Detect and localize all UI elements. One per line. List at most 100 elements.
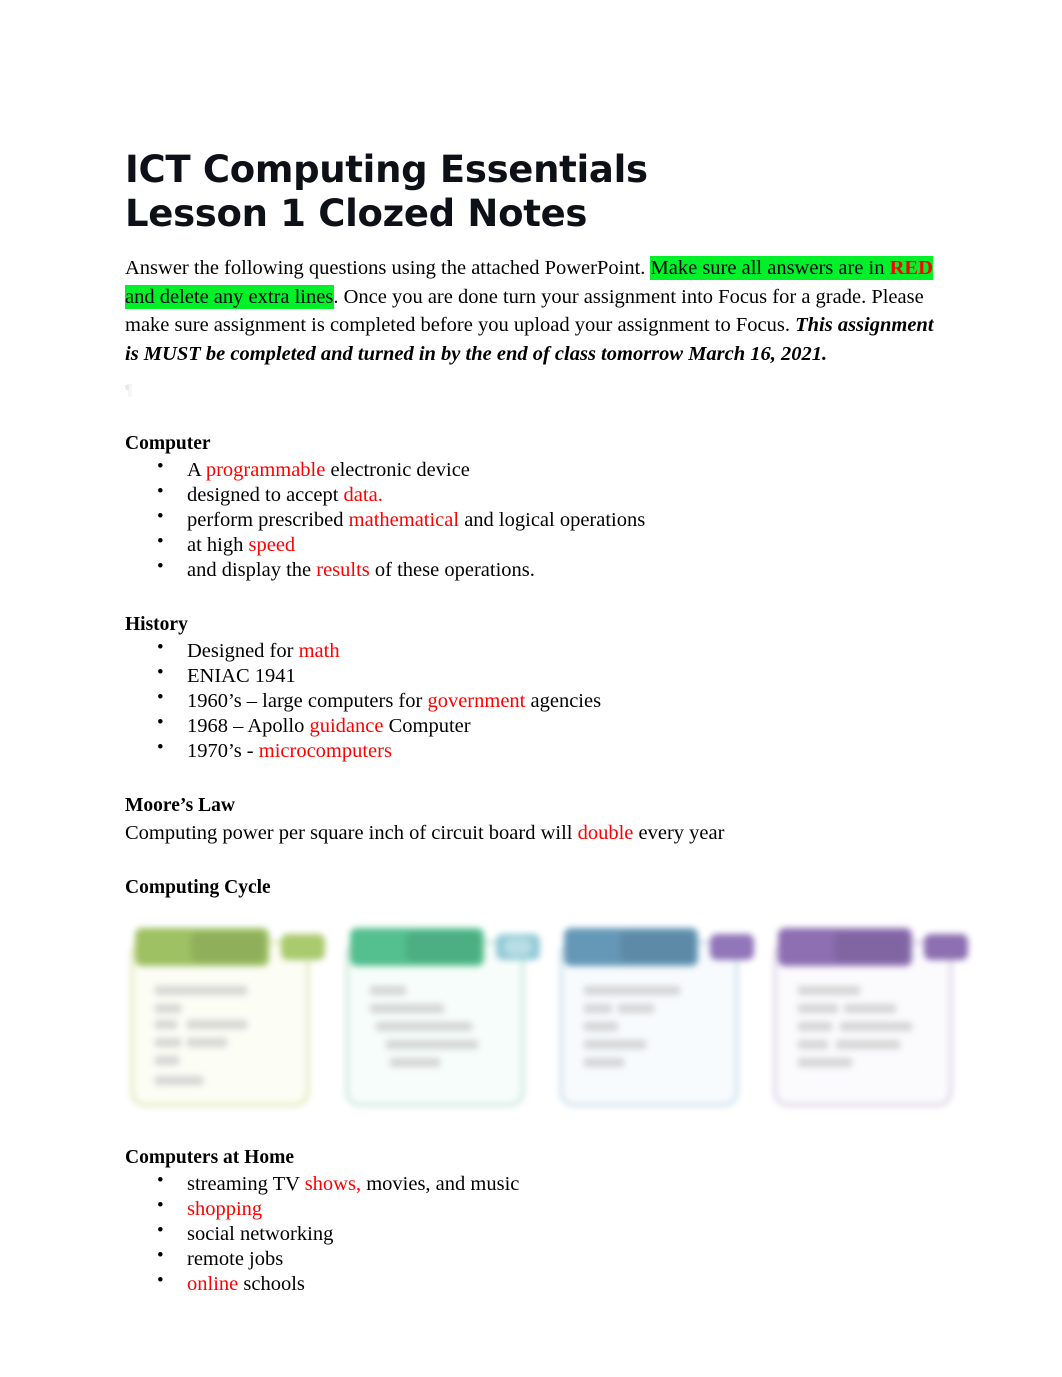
intro-red-word: RED xyxy=(889,257,933,279)
list-item: perform prescribed mathematical and logi… xyxy=(125,504,935,533)
item-text-pre: 1968 – Apollo xyxy=(187,715,310,737)
blurred-text-line xyxy=(840,1022,912,1031)
list-item: remote jobs xyxy=(125,1243,935,1272)
section-heading: Computers at Home xyxy=(125,1147,294,1168)
bullet-list: A programmable electronic device designe… xyxy=(125,454,935,583)
blurred-text-line xyxy=(584,1058,624,1067)
item-text-pre: ENIAC 1941 xyxy=(187,665,296,687)
list-item: Designed for math xyxy=(125,635,935,664)
blurred-text-line xyxy=(376,1022,472,1031)
list-item: designed to accept data. xyxy=(125,479,935,508)
item-text-post: agencies xyxy=(525,690,602,712)
blurred-text-line xyxy=(798,1058,852,1067)
blurred-text-line xyxy=(155,1076,203,1085)
bullet-list: Designed for math ENIAC 1941 1960’s – la… xyxy=(125,635,935,764)
blurred-text-line xyxy=(155,1038,181,1047)
section-moores-law: Moore’s Law Computing power per square i… xyxy=(125,794,935,846)
blurred-text-line xyxy=(155,1020,177,1029)
blurred-text-line xyxy=(798,1040,828,1049)
list-item: online schools xyxy=(125,1268,935,1297)
blurred-text-line xyxy=(155,1056,179,1065)
document-body: ICT Computing Essentials Lesson 1 Clozed… xyxy=(125,148,968,1297)
item-text-pre: and display the xyxy=(187,559,317,581)
item-text-pre: remote jobs xyxy=(187,1248,284,1270)
item-answer: government xyxy=(427,690,526,712)
item-answer: programmable xyxy=(205,459,326,481)
title-line-1: ICT Computing Essentials xyxy=(125,148,648,191)
bullet-list: streaming TV shows, movies, and music sh… xyxy=(125,1168,935,1297)
statement-post: every year xyxy=(633,822,725,844)
section-history: History Designed for math ENIAC 1941 196… xyxy=(125,613,935,764)
blurred-text-line xyxy=(155,1004,181,1013)
title-line-2: Lesson 1 Clozed Notes xyxy=(125,192,588,235)
blurred-text-line xyxy=(798,1004,838,1013)
list-item: 1968 – Apollo guidance Computer xyxy=(125,710,935,739)
list-item: social networking xyxy=(125,1218,935,1247)
item-text-pre: perform prescribed xyxy=(187,509,349,531)
cycle-card-1 xyxy=(131,928,325,1106)
cycle-connector-tab-inner xyxy=(504,938,532,956)
blurred-text-line xyxy=(584,1040,646,1049)
blurred-text-line xyxy=(187,1038,227,1047)
cycle-card-header-label xyxy=(191,932,265,962)
item-answer: shopping xyxy=(187,1198,263,1220)
intro-paragraph: Answer the following questions using the… xyxy=(125,254,935,368)
item-text-post: movies, and music xyxy=(361,1173,520,1195)
section-computer: Computer A programmable electronic devic… xyxy=(125,432,935,583)
blurred-text-line xyxy=(187,1020,247,1029)
cycle-card-2 xyxy=(346,928,540,1106)
list-item: and display the results of these operati… xyxy=(125,554,935,583)
cycle-card-header xyxy=(778,928,912,966)
blurred-text-line xyxy=(798,986,860,995)
moores-law-statement: Computing power per square inch of circu… xyxy=(125,818,935,846)
blurred-text-line xyxy=(584,986,680,995)
item-text-pre: 1970’s - xyxy=(187,740,259,762)
section-computing-cycle: Computing Cycle xyxy=(125,876,968,1116)
blurred-text-line xyxy=(584,1022,618,1031)
section-heading: Computing Cycle xyxy=(125,877,271,898)
section-heading: Computer xyxy=(125,433,211,454)
item-answer: mathematical xyxy=(348,509,460,531)
list-item: at high speed xyxy=(125,529,935,558)
item-answer: microcomputers xyxy=(258,740,392,762)
list-item: A programmable electronic device xyxy=(125,454,935,483)
item-text-post: schools xyxy=(238,1273,305,1295)
cycle-connector-tab xyxy=(281,934,325,960)
list-item: 1970’s - microcomputers xyxy=(125,735,935,764)
cycle-card-header-label xyxy=(406,932,480,962)
stray-paragraph-mark: ¶ xyxy=(125,382,133,399)
statement-pre: Computing power per square inch of circu… xyxy=(125,822,578,844)
item-answer: speed xyxy=(248,534,296,556)
item-answer: guidance xyxy=(309,715,384,737)
blurred-text-line xyxy=(836,1040,900,1049)
list-item: streaming TV shows, movies, and music xyxy=(125,1168,935,1197)
list-item: shopping xyxy=(125,1193,935,1222)
intro-highlight-pre: Make sure all answers are in xyxy=(650,257,890,279)
item-text-pre: 1960’s – large computers for xyxy=(187,690,428,712)
item-text-post: electronic device xyxy=(325,459,470,481)
item-answer: results xyxy=(316,559,370,581)
item-text-post: Computer xyxy=(383,715,471,737)
cycle-card-header xyxy=(350,928,484,966)
cycle-card-3 xyxy=(560,928,754,1106)
item-text-pre: streaming TV xyxy=(187,1173,305,1195)
item-text-pre: at high xyxy=(187,534,249,556)
blurred-text-line xyxy=(618,1004,654,1013)
list-item: 1960’s – large computers for government … xyxy=(125,685,935,714)
intro-highlight-post: and delete any extra lines xyxy=(125,285,334,308)
document-page: ICT Computing Essentials Lesson 1 Clozed… xyxy=(0,0,1062,1377)
blurred-text-line xyxy=(584,1004,612,1013)
cycle-card-4 xyxy=(774,928,968,1106)
cycle-card-header xyxy=(135,928,269,966)
item-text-post: and logical operations xyxy=(459,509,646,531)
computing-cycle-diagram xyxy=(125,920,968,1116)
item-answer: data. xyxy=(343,484,383,506)
item-text-pre: designed to accept xyxy=(187,484,344,506)
blurred-text-line xyxy=(155,986,247,995)
item-text-pre: A xyxy=(187,459,206,481)
list-item: ENIAC 1941 xyxy=(125,660,935,689)
item-answer: shows, xyxy=(304,1173,362,1195)
cycle-connector-tab xyxy=(710,934,754,960)
cycle-connector-tab xyxy=(496,934,540,960)
item-text-post: of these operations. xyxy=(369,559,535,581)
